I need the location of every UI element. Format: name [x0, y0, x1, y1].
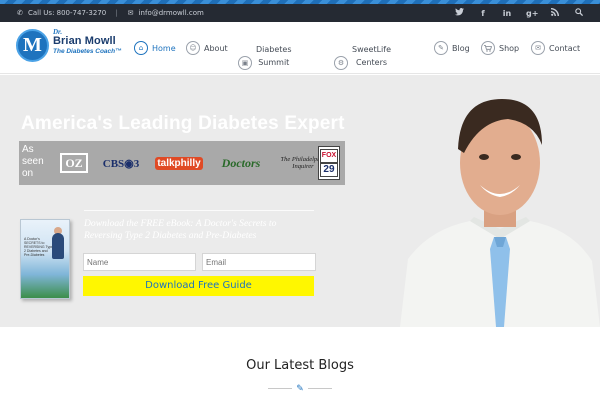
ebook-divider [84, 210, 314, 211]
monitor-icon: ▣ [238, 56, 252, 70]
linkedin-icon[interactable]: in [502, 9, 512, 18]
site-header: M Dr. Brian Mowll The Diabetes Coach™ ⌂ … [0, 22, 600, 74]
google-plus-icon[interactable]: g+ [526, 9, 538, 18]
nav-blog[interactable]: ✎ Blog [434, 41, 470, 55]
gear-icon: ⚙ [334, 56, 348, 70]
site-logo[interactable]: M Dr. Brian Mowll The Diabetes Coach™ [16, 28, 126, 69]
nav-diabetes-summit-label-2: Summit [258, 58, 290, 67]
nav-diabetes-summit[interactable]: ▣ Diabetes Summit [238, 42, 292, 70]
nav-contact-label: Contact [549, 43, 581, 53]
ebook-cover-art [20, 219, 70, 299]
cbs3-logo: CBS◉3 [95, 141, 147, 185]
phone-icon: ✆ [17, 9, 23, 17]
fox-line-1: FOX [319, 149, 339, 163]
phone-link[interactable]: Call Us: 800-747-3270 [28, 9, 106, 17]
pencil-icon: ✎ [296, 383, 304, 393]
latest-blogs-title: Our Latest Blogs [246, 358, 354, 373]
name-field[interactable] [83, 253, 196, 271]
social-links: f in g+ [454, 4, 584, 22]
fox29-logo: FOX 29 [315, 141, 343, 185]
nav-home[interactable]: ⌂ Home [134, 41, 176, 55]
oz-logo: OZ [58, 141, 90, 185]
ebook-cover-text: A Doctor's SECRETS to REVERSING Type 2 D… [24, 237, 54, 257]
ebook-offer-title: Download the FREE eBook: A Doctor's Secr… [84, 218, 277, 241]
ebook-author-body [52, 233, 64, 259]
search-icon[interactable] [574, 8, 584, 18]
home-icon: ⌂ [134, 41, 148, 55]
nav-shop-label: Shop [499, 43, 520, 53]
mail-icon: ✉ [127, 9, 134, 17]
nav-shop[interactable]: Shop [481, 41, 519, 55]
the-doctors-logo-text: Doctors [221, 155, 261, 170]
nav-contact[interactable]: ✉ Contact [531, 41, 580, 55]
cbs3-logo-text: CBS◉3 [102, 157, 140, 170]
talkphilly-logo-text: talkphilly [155, 156, 203, 170]
as-seen-on-label: As seen on [22, 144, 44, 179]
nav-about[interactable]: ☺ About [186, 41, 228, 55]
chat-icon: ✉ [531, 41, 545, 55]
latest-blogs-section: Our Latest Blogs ✎ [0, 327, 600, 400]
facebook-icon[interactable]: f [478, 9, 488, 18]
nav-blog-label: Blog [452, 43, 470, 53]
blogs-divider-right [308, 388, 332, 389]
person-icon: ☺ [186, 41, 200, 55]
the-doctors-logo: Doctors [210, 141, 272, 185]
doctor-portrait [400, 99, 600, 327]
rss-icon[interactable] [550, 8, 560, 18]
hero-title: America's Leading Diabetes Expert [21, 113, 345, 134]
logo-tagline: The Diabetes Coach™ [53, 48, 122, 55]
blogs-divider-left [268, 388, 292, 389]
logo-name: Brian Mowll [53, 35, 116, 47]
nav-diabetes-summit-label-1: Diabetes [256, 45, 292, 54]
top-bar: ✆ Call Us: 800-747-3270 | ✉ info@drmowll… [0, 4, 600, 22]
email-link[interactable]: info@drmowll.com [139, 9, 204, 17]
ebook-cover: A Doctor's SECRETS to REVERSING Type 2 D… [20, 219, 70, 299]
nav-sweetlife-centers[interactable]: ⚙ SweetLife Centers [334, 42, 391, 70]
download-guide-button[interactable]: Download Free Guide [83, 276, 314, 296]
nav-about-label: About [204, 43, 228, 53]
nav-home-label: Home [152, 43, 176, 53]
talkphilly-logo: talkphilly [151, 141, 207, 185]
cart-icon [481, 41, 495, 55]
nav-sweetlife-label-1: SweetLife [352, 45, 392, 54]
as-seen-on-banner: As seen on OZ CBS◉3 talkphilly Doctors T… [19, 141, 345, 185]
logo-mark: M [16, 29, 49, 62]
hero-section: America's Leading Diabetes Expert As see… [0, 75, 600, 327]
contact-info: ✆ Call Us: 800-747-3270 | ✉ info@drmowll… [0, 9, 204, 17]
oz-logo-text: OZ [60, 153, 88, 173]
fox-line-2: 29 [319, 163, 339, 177]
separator: | [115, 9, 118, 17]
nav-sweetlife-label-2: Centers [355, 58, 388, 67]
pencil-icon: ✎ [434, 41, 448, 55]
twitter-icon[interactable] [454, 8, 464, 18]
email-field[interactable] [202, 253, 316, 271]
